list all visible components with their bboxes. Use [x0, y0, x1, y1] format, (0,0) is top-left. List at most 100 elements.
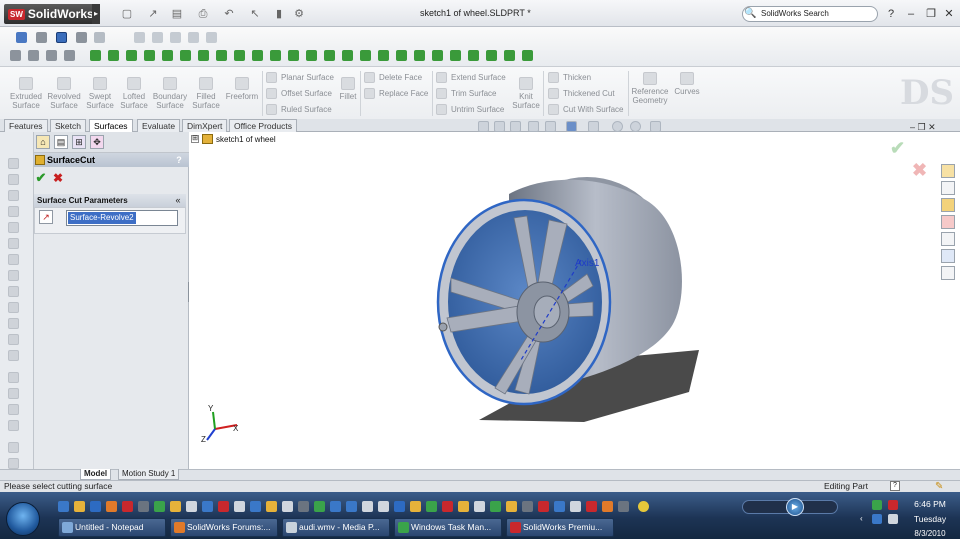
tool-9-icon[interactable] [8, 286, 19, 297]
close-button[interactable]: ✕ [942, 7, 956, 21]
feature-tool-19-icon[interactable] [414, 50, 425, 61]
search-results-icon[interactable] [941, 215, 955, 229]
quicklaunch-3-icon[interactable] [90, 501, 101, 512]
property-manager-tab-icon[interactable]: ▤ [54, 135, 68, 149]
quicklaunch-18-icon[interactable] [330, 501, 341, 512]
clock-day[interactable]: Tuesday [910, 514, 950, 524]
quicklaunch-22-icon[interactable] [394, 501, 405, 512]
quicklaunch-11-icon[interactable] [218, 501, 229, 512]
confirm-corner-cancel-icon[interactable]: ✖ [912, 160, 927, 181]
feature-tool-23-icon[interactable] [486, 50, 497, 61]
display-style-icon[interactable] [56, 32, 67, 43]
dimxpert-manager-tab-icon[interactable]: ✥ [90, 135, 104, 149]
rebuild-icon[interactable]: ▮ [272, 7, 286, 21]
start-button[interactable] [6, 502, 40, 536]
view-settings-icon[interactable] [650, 121, 661, 132]
clock-time[interactable]: 6:46 PM [910, 499, 950, 509]
ok-button[interactable]: ✔ [34, 171, 48, 185]
taskbar-item-media-player[interactable]: audi.wmv - Media P... [282, 518, 390, 537]
boundary-surface-button[interactable]: Boundary Surface [150, 77, 190, 110]
search-icon[interactable]: 🔍 [744, 7, 758, 20]
status-help-icon[interactable]: ? [890, 481, 900, 491]
custom-properties-icon[interactable] [941, 266, 955, 280]
quicklaunch-15-icon[interactable] [282, 501, 293, 512]
restore-button[interactable]: ❐ [924, 7, 938, 21]
tab-office-products[interactable]: Office Products [229, 119, 297, 132]
feature-tool-24-icon[interactable] [504, 50, 515, 61]
quicklaunch-6-icon[interactable] [138, 501, 149, 512]
apply-scene-icon[interactable] [630, 121, 641, 132]
play-icon[interactable]: ▶ [786, 498, 804, 516]
tool-13-icon[interactable] [8, 350, 19, 361]
tool-11-icon[interactable] [8, 318, 19, 329]
help-button[interactable]: ? [884, 7, 898, 21]
open-icon[interactable]: ↗ [146, 7, 160, 21]
revolved-surface-button[interactable]: Revolved Surface [46, 77, 82, 110]
sketch-icon[interactable] [36, 32, 47, 43]
new-document-icon[interactable]: ▢ [120, 7, 134, 21]
menu-arrow-icon[interactable]: ▸ [92, 4, 100, 24]
quicklaunch-27-icon[interactable] [474, 501, 485, 512]
reference-geometry-button[interactable]: Reference Geometry [630, 72, 670, 105]
quicklaunch-34-icon[interactable] [586, 501, 597, 512]
quicklaunch-30-icon[interactable] [522, 501, 533, 512]
feature-tool-21-icon[interactable] [450, 50, 461, 61]
feature-tool-3-icon[interactable] [126, 50, 137, 61]
quicklaunch-17-icon[interactable] [314, 501, 325, 512]
arc-icon[interactable] [188, 32, 199, 43]
tool-7-icon[interactable] [8, 254, 19, 265]
tab-dimxpert[interactable]: DimXpert [182, 119, 228, 132]
quicklaunch-28-icon[interactable] [490, 501, 501, 512]
quicklaunch-14-icon[interactable] [266, 501, 277, 512]
feature-tool-9-icon[interactable] [234, 50, 245, 61]
quicklaunch-36-icon[interactable] [618, 501, 629, 512]
view-palette-icon[interactable] [941, 232, 955, 246]
ruled-surface-button[interactable]: Ruled Surface [266, 102, 332, 116]
display-style-view-icon[interactable] [566, 121, 577, 132]
swept-surface-button[interactable]: Swept Surface [84, 77, 116, 110]
edit-appearance-icon[interactable] [612, 121, 623, 132]
filled-surface-button[interactable]: Filled Surface [190, 77, 222, 110]
feature-tree-root[interactable]: sketch1 of wheel [216, 135, 276, 144]
line-icon[interactable] [134, 32, 145, 43]
tab-motion-study[interactable]: Motion Study 1 [118, 469, 180, 480]
undo-icon[interactable]: ↶ [222, 7, 236, 21]
feature-tool-10-icon[interactable] [252, 50, 263, 61]
quicklaunch-4-icon[interactable] [106, 501, 117, 512]
tab-surfaces[interactable]: Surfaces [89, 119, 133, 132]
feature-tool-20-icon[interactable] [432, 50, 443, 61]
feature-tool-1-icon[interactable] [90, 50, 101, 61]
tool-17-icon[interactable] [8, 420, 19, 431]
feature-tool-18-icon[interactable] [396, 50, 407, 61]
file-explorer-icon[interactable] [941, 198, 955, 212]
quicklaunch-35-icon[interactable] [602, 501, 613, 512]
app-logo[interactable]: SW SolidWorks [4, 4, 96, 24]
quicklaunch-16-icon[interactable] [298, 501, 309, 512]
print-icon[interactable]: ⎙ [196, 7, 210, 21]
feature-tool-2-icon[interactable] [108, 50, 119, 61]
cancel-button[interactable]: ✖ [51, 171, 65, 185]
feature-manager-tab-icon[interactable]: ⌂ [36, 135, 50, 149]
cut-with-surface-button[interactable]: Cut With Surface [548, 102, 623, 116]
clock-date[interactable]: 8/3/2010 [910, 529, 950, 538]
show-hidden-icons-icon[interactable]: ‹ [860, 514, 863, 523]
volume-icon[interactable] [888, 514, 898, 524]
knit-surface-button[interactable]: Knit Surface [511, 77, 541, 110]
offset-surface-button[interactable]: Offset Surface [266, 86, 332, 100]
trim-surface-button[interactable]: Trim Surface [436, 86, 497, 100]
feature-tool-13-icon[interactable] [306, 50, 317, 61]
resources-icon[interactable] [941, 164, 955, 178]
select-icon[interactable]: ↖ [248, 7, 262, 21]
quicklaunch-21-icon[interactable] [378, 501, 389, 512]
feature-tool-17-icon[interactable] [378, 50, 389, 61]
tool-14-icon[interactable] [8, 372, 19, 383]
feature-tool-12-icon[interactable] [288, 50, 299, 61]
help-icon[interactable]: ? [172, 153, 186, 167]
rectangle-icon[interactable] [152, 32, 163, 43]
graphics-area[interactable]: Axis1 X Y Z [189, 132, 936, 469]
taskbar-item-solidworks[interactable]: SolidWorks Premiu... [506, 518, 614, 537]
quicklaunch-2-icon[interactable] [74, 501, 85, 512]
view-orientation-icon[interactable] [545, 121, 556, 132]
tool-4-icon[interactable] [8, 206, 19, 217]
tool-2-icon[interactable] [8, 174, 19, 185]
